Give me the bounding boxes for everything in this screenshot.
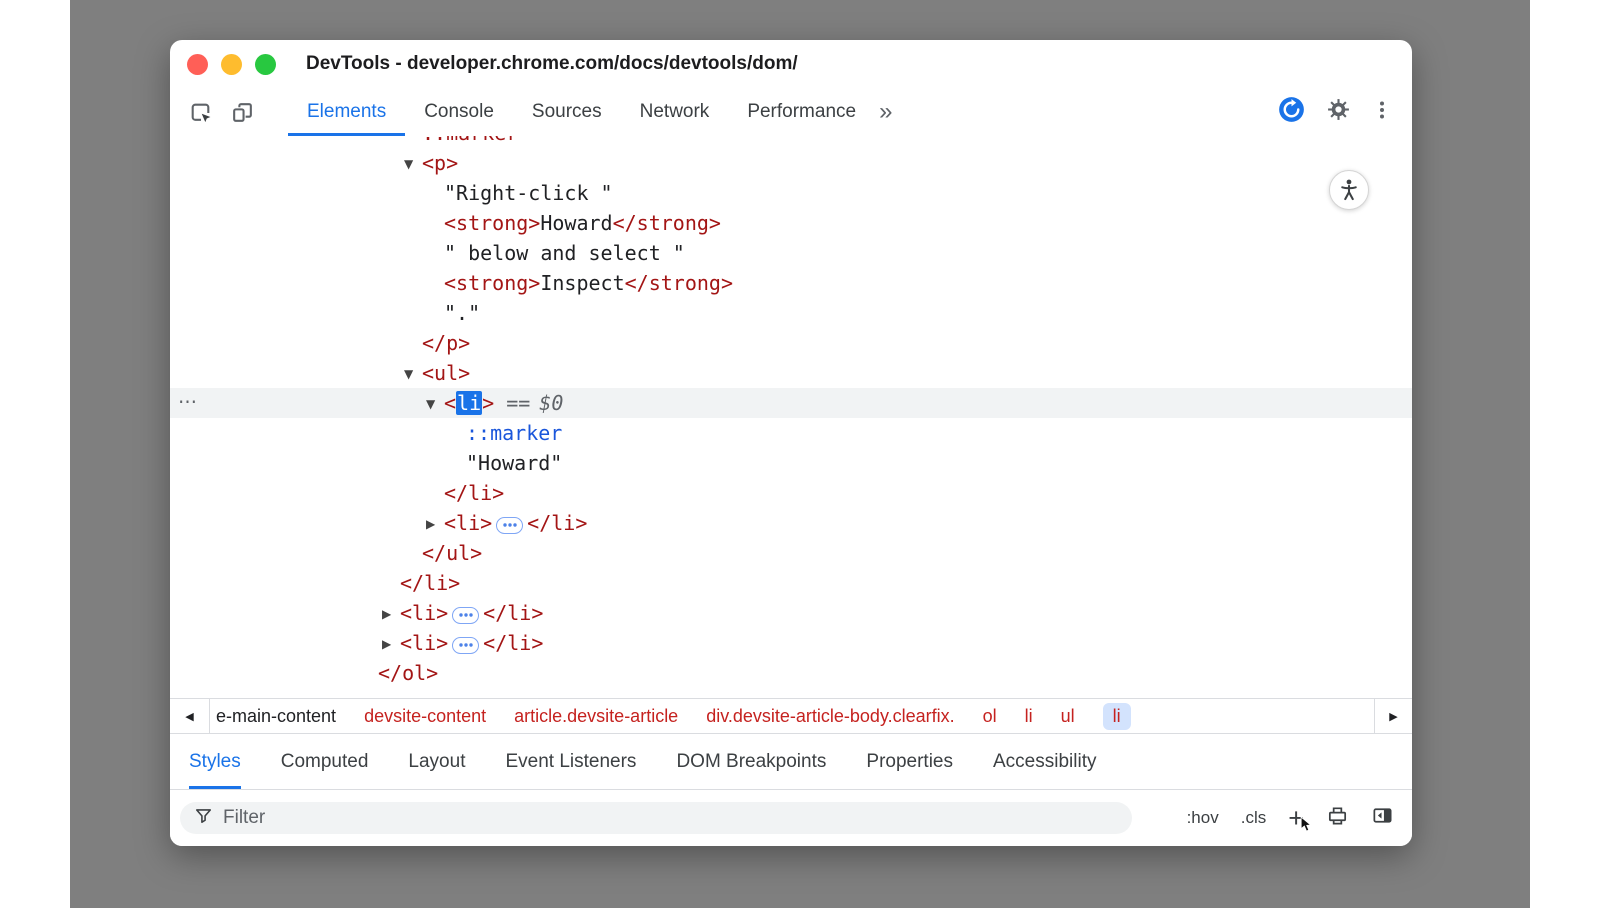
dom-tree-node[interactable]: "Right-click " (170, 178, 1412, 208)
dom-tree-node[interactable]: </li> (170, 478, 1412, 508)
styles-tab-accessibility[interactable]: Accessibility (993, 734, 1096, 789)
expand-inline-button[interactable] (452, 637, 479, 654)
styles-filter-bar: :hov .cls + (170, 790, 1412, 846)
styles-panel-tabs: Styles Computed Layout Event Listeners DOM B… (170, 734, 1412, 790)
dom-tree-node[interactable]: ⋯▼<li>==$0 (170, 388, 1412, 418)
dom-tree-node[interactable]: <strong>Howard</strong> (170, 208, 1412, 238)
styles-tab-event-listeners[interactable]: Event Listeners (505, 734, 636, 789)
styles-tab-layout[interactable]: Layout (408, 734, 465, 789)
cursor-pointer-icon (1300, 814, 1314, 834)
toolbar-right (1278, 96, 1412, 128)
expand-inline-button[interactable] (496, 517, 523, 534)
dom-tree-node[interactable]: ▼<p> (170, 148, 1412, 178)
dom-tree-node[interactable]: </li> (170, 568, 1412, 598)
collapse-arrow-icon[interactable]: ▼ (404, 359, 422, 389)
toggle-sidebar-icon[interactable] (1371, 804, 1394, 832)
toggle-element-state-button[interactable]: :hov (1187, 808, 1219, 828)
filter-funnel-icon (194, 806, 213, 830)
close-button[interactable] (187, 54, 208, 75)
tab-sources[interactable]: Sources (513, 88, 621, 136)
dom-tree-node[interactable]: ▶<li></li> (170, 598, 1412, 628)
new-style-rule-button[interactable]: + (1288, 808, 1304, 828)
dom-tree-node[interactable]: <strong>Inspect</strong> (170, 268, 1412, 298)
minimize-button[interactable] (221, 54, 242, 75)
breadcrumb-item[interactable]: li (1103, 703, 1131, 730)
extension-icon[interactable] (1278, 96, 1305, 128)
styles-toolbar-right: :hov .cls + (1187, 804, 1394, 832)
expand-arrow-icon[interactable]: ▶ (426, 509, 444, 539)
tab-network[interactable]: Network (621, 88, 729, 136)
main-tabs: ElementsConsoleSourcesNetworkPerformance (288, 88, 875, 136)
breadcrumb-scroll-left-button[interactable]: ◀ (170, 699, 210, 733)
dom-tree-node[interactable]: ::marker (170, 418, 1412, 448)
tab-performance[interactable]: Performance (728, 88, 875, 136)
dom-tree-node[interactable]: "Howard" (170, 448, 1412, 478)
window-title: DevTools - developer.chrome.com/docs/dev… (306, 53, 798, 75)
dom-tree-node[interactable]: </ul> (170, 538, 1412, 568)
more-tabs-icon[interactable]: » (879, 88, 892, 136)
breadcrumb-item[interactable]: ul (1061, 706, 1075, 727)
maximize-button[interactable] (255, 54, 276, 75)
breadcrumb: e-main-content devsite-content article.dev… (210, 703, 1374, 730)
inspect-element-icon[interactable] (186, 98, 214, 126)
breadcrumb-item[interactable]: li (1025, 706, 1033, 727)
dom-tree-node[interactable]: ▶<li></li> (170, 508, 1412, 538)
device-toolbar-icon[interactable] (228, 98, 256, 126)
dom-tree-node[interactable]: </p> (170, 328, 1412, 358)
breadcrumb-item[interactable]: article.devsite-article (514, 706, 678, 727)
main-toolbar: ElementsConsoleSourcesNetworkPerformance… (170, 88, 1412, 136)
styles-tab-dom-breakpoints[interactable]: DOM Breakpoints (676, 734, 826, 789)
expand-inline-button[interactable] (452, 607, 479, 624)
breadcrumb-item[interactable]: div.devsite-article-body.clearfix. (706, 706, 954, 727)
screenshot-stage: DevTools - developer.chrome.com/docs/dev… (0, 0, 1600, 908)
dom-tree-node[interactable]: ▼<ul> (170, 358, 1412, 388)
breadcrumb-bar: ◀ e-main-content devsite-content article.d… (170, 698, 1412, 734)
styles-tab-properties[interactable]: Properties (866, 734, 953, 789)
dom-tree-node[interactable]: ▶<li></li> (170, 628, 1412, 658)
dom-tree-node[interactable]: ::marker (170, 136, 1412, 148)
dom-tree-node[interactable]: " below and select " (170, 238, 1412, 268)
more-options-kebab-icon[interactable] (1372, 99, 1392, 126)
expand-arrow-icon[interactable]: ▶ (382, 599, 400, 629)
tab-elements[interactable]: Elements (288, 88, 405, 136)
tab-console[interactable]: Console (405, 88, 513, 136)
devtools-window: DevTools - developer.chrome.com/docs/dev… (170, 40, 1412, 846)
expand-arrow-icon[interactable]: ▶ (382, 629, 400, 659)
styles-tab-computed[interactable]: Computed (281, 734, 369, 789)
styles-filter-field[interactable] (180, 802, 1132, 834)
element-classes-button[interactable]: .cls (1241, 808, 1267, 828)
collapse-arrow-icon[interactable]: ▼ (426, 389, 444, 419)
dom-tree: ::marker▼<p>"Right-click "<strong>Howard… (170, 136, 1412, 698)
title-bar[interactable]: DevTools - developer.chrome.com/docs/dev… (170, 40, 1412, 88)
chevron-left-icon: ◀ (185, 710, 193, 723)
breadcrumb-item[interactable]: devsite-content (364, 706, 486, 727)
dom-tree-node[interactable]: </ol> (170, 658, 1412, 688)
dom-tree-node[interactable]: "." (170, 298, 1412, 328)
breadcrumb-scroll-right-button[interactable]: ▶ (1374, 699, 1412, 733)
styles-tab-styles[interactable]: Styles (189, 734, 241, 789)
overflow-menu-icon[interactable]: ⋯ (178, 388, 198, 418)
printer-icon[interactable] (1326, 804, 1349, 832)
styles-filter-input[interactable] (223, 807, 1118, 829)
collapse-arrow-icon[interactable]: ▼ (404, 149, 422, 179)
breadcrumb-item[interactable]: e-main-content (216, 706, 336, 727)
settings-gear-icon[interactable] (1326, 97, 1351, 127)
chevron-right-icon: ▶ (1389, 710, 1397, 723)
breadcrumb-item[interactable]: ol (983, 706, 997, 727)
